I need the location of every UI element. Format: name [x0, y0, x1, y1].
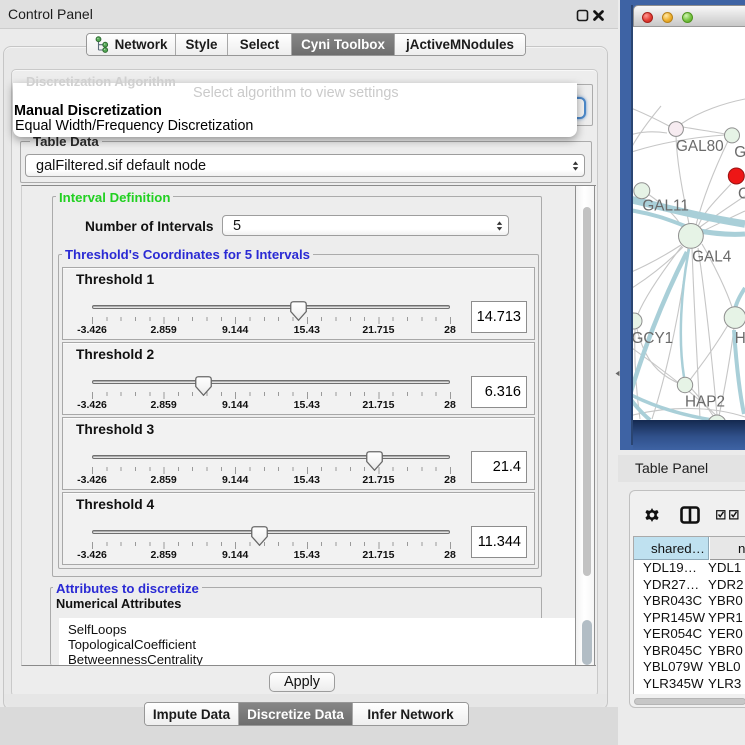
- svg-text:GAL11: GAL11: [642, 198, 689, 215]
- svg-text:GAL4: GAL4: [692, 249, 732, 266]
- svg-text:GCY1: GCY1: [633, 330, 673, 347]
- svg-text:C: C: [738, 186, 745, 203]
- svg-text:H: H: [735, 330, 745, 347]
- svg-text:HAP2: HAP2: [685, 394, 725, 411]
- svg-text:GAL80: GAL80: [676, 138, 724, 155]
- svg-text:GA: GA: [734, 144, 745, 161]
